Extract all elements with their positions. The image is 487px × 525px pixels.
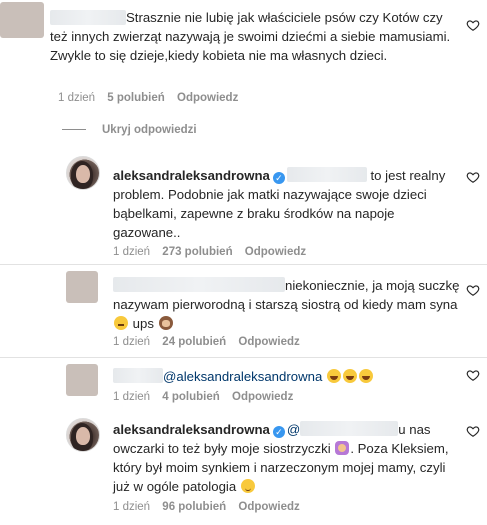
reply-button[interactable]: Odpowiedz <box>177 92 238 104</box>
reply-button[interactable]: Odpowiedz <box>232 391 293 403</box>
comment-meta: 1 dzień 4 polubień Odpowiedz <box>113 391 302 403</box>
winking-face-icon <box>240 479 255 493</box>
likes-count[interactable]: 5 polubień <box>107 92 165 104</box>
likes-count[interactable]: 96 polubień <box>162 501 226 513</box>
username-blurred[interactable] <box>113 277 285 292</box>
grinning-squinting-face-icon <box>114 316 128 330</box>
comment-text: Strasznie nie lubię jak właściciele psów… <box>50 10 451 63</box>
comment-meta: 1 dzień 96 polubień Odpowiedz <box>113 501 309 513</box>
avatar[interactable] <box>66 418 100 452</box>
timestamp: 1 dzień <box>113 246 151 258</box>
comment-text: aleksandraleksandrowna ✓ @ u nas owczarki t… <box>113 421 449 494</box>
comment-meta: 1 dzień 273 polubień Odpowiedz <box>113 246 315 258</box>
timestamp: 1 dzień <box>113 391 151 403</box>
avatar[interactable] <box>66 156 100 190</box>
reply-button[interactable]: Odpowiedz <box>238 501 299 513</box>
tears-of-joy-icon <box>358 369 373 383</box>
see-no-evil-monkey-icon <box>158 316 173 330</box>
facepalm-icon <box>335 441 350 455</box>
likes-count[interactable]: 24 polubień <box>162 336 226 348</box>
comment-meta: 1 dzień 24 polubień Odpowiedz <box>113 336 309 348</box>
comment-text: @aleksandraleksandrowna <box>113 366 463 386</box>
reply-3: @aleksandraleksandrowna 1 dzień 4 polubi… <box>0 358 487 410</box>
likes-count[interactable]: 273 polubień <box>162 246 232 258</box>
avatar[interactable] <box>66 364 98 396</box>
mention-blurred[interactable] <box>286 167 367 182</box>
timestamp: 1 dzień <box>113 336 151 348</box>
mention-link[interactable]: @ <box>287 422 300 437</box>
timestamp: 1 dzień <box>58 92 96 104</box>
username-blurred[interactable] <box>113 368 163 383</box>
avatar[interactable] <box>0 2 44 38</box>
heart-outline-icon[interactable] <box>466 18 480 32</box>
username[interactable]: aleksandraleksandrowna <box>113 168 270 183</box>
comment-text: niekoniecznie, ja moją suczkę nazywam pi… <box>113 277 460 331</box>
divider <box>62 129 86 131</box>
reply-4: aleksandraleksandrowna ✓ @ u nas owczarki t… <box>0 412 487 525</box>
username[interactable]: aleksandraleksandrowna <box>113 422 270 437</box>
heart-outline-icon[interactable] <box>466 368 480 382</box>
mention-link[interactable]: @aleksandraleksandrowna <box>163 369 322 384</box>
comment-1: Strasznie nie lubię jak właściciele psów… <box>0 0 487 112</box>
heart-outline-icon[interactable] <box>466 424 480 438</box>
tears-of-joy-icon <box>326 369 341 383</box>
mention-blurred[interactable] <box>300 421 399 436</box>
reply-2: niekoniecznie, ja moją suczkę nazywam pi… <box>0 265 487 357</box>
comment-meta: 1 dzień 5 polubień Odpowiedz <box>58 92 247 104</box>
avatar[interactable] <box>66 271 98 303</box>
timestamp: 1 dzień <box>113 501 151 513</box>
heart-outline-icon[interactable] <box>466 283 480 297</box>
tears-of-joy-icon <box>342 369 357 383</box>
likes-count[interactable]: 4 polubień <box>162 391 220 403</box>
verified-badge-icon: ✓ <box>272 172 285 184</box>
reply-1: aleksandraleksandrowna ✓ to jest realny p… <box>0 150 487 260</box>
heart-outline-icon[interactable] <box>466 170 480 184</box>
verified-badge-icon: ✓ <box>272 426 285 438</box>
reply-button[interactable]: Odpowiedz <box>245 246 306 258</box>
comment-text: aleksandraleksandrowna ✓ to jest realny p… <box>113 167 446 240</box>
hide-replies-button[interactable]: Ukryj odpowiedzi <box>62 124 197 136</box>
reply-button[interactable]: Odpowiedz <box>238 336 299 348</box>
